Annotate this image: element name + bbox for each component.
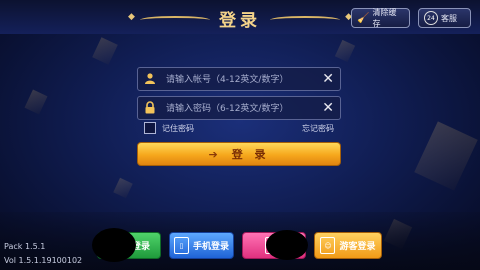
- pack-version: Pack 1.5.1: [4, 242, 46, 251]
- customer-service-label: 客服: [441, 13, 457, 23]
- bg-card-deco: [414, 121, 478, 191]
- account-input[interactable]: [164, 71, 318, 89]
- broom-icon: 🧹: [357, 12, 370, 24]
- guest-login-label: 游客登录: [339, 242, 376, 252]
- phone-login-button[interactable]: ▯ 手机登录: [169, 232, 234, 259]
- forgot-password-link[interactable]: 忘记密码: [302, 123, 334, 134]
- customer-service-button[interactable]: 24 客服: [418, 8, 471, 28]
- login-button[interactable]: ➔ 登 录: [137, 142, 341, 166]
- page-title: 登录: [219, 11, 261, 31]
- lock-icon: [143, 101, 157, 115]
- bg-card-deco: [24, 89, 48, 115]
- remember-checkbox[interactable]: [144, 122, 156, 134]
- ornament-left-icon: ◆: [128, 12, 135, 22]
- login-arrow-icon: ➔: [208, 147, 222, 161]
- clear-cache-label: 清除缓存: [372, 8, 397, 28]
- remember-password-toggle[interactable]: 记住密码: [144, 122, 194, 134]
- clear-cache-button[interactable]: 🧹 清除缓存: [351, 8, 410, 28]
- redaction-mark: [266, 230, 308, 260]
- clear-x-icon[interactable]: ✕: [322, 99, 334, 117]
- flourish-right: [270, 16, 340, 24]
- bg-card-deco: [92, 37, 118, 65]
- bg-card-deco: [113, 177, 133, 199]
- guest-login-button[interactable]: ☺ 游客登录: [314, 232, 382, 259]
- login-label: 登 录: [231, 148, 270, 161]
- account-field[interactable]: ✕: [137, 67, 341, 91]
- password-input[interactable]: [164, 100, 318, 118]
- vol-version: Vol 1.5.1.19100102: [4, 256, 83, 265]
- flourish-left: [140, 16, 210, 24]
- user-icon: [143, 72, 157, 86]
- guest-icon: ☺: [320, 237, 336, 254]
- phone-icon: ▯: [173, 237, 189, 254]
- customer-service-icon: 24: [424, 11, 438, 25]
- title-area: ◆ 登录 ◆: [120, 2, 360, 32]
- redaction-mark: [92, 228, 136, 262]
- phone-login-label: 手机登录: [192, 242, 229, 252]
- clear-x-icon[interactable]: ✕: [322, 70, 334, 88]
- bg-card-deco: [334, 39, 356, 63]
- top-bar: ◆ 登录 ◆ 🧹 清除缓存 24 客服: [0, 0, 480, 34]
- password-field[interactable]: ✕: [137, 96, 341, 120]
- remember-label: 记住密码: [162, 123, 194, 133]
